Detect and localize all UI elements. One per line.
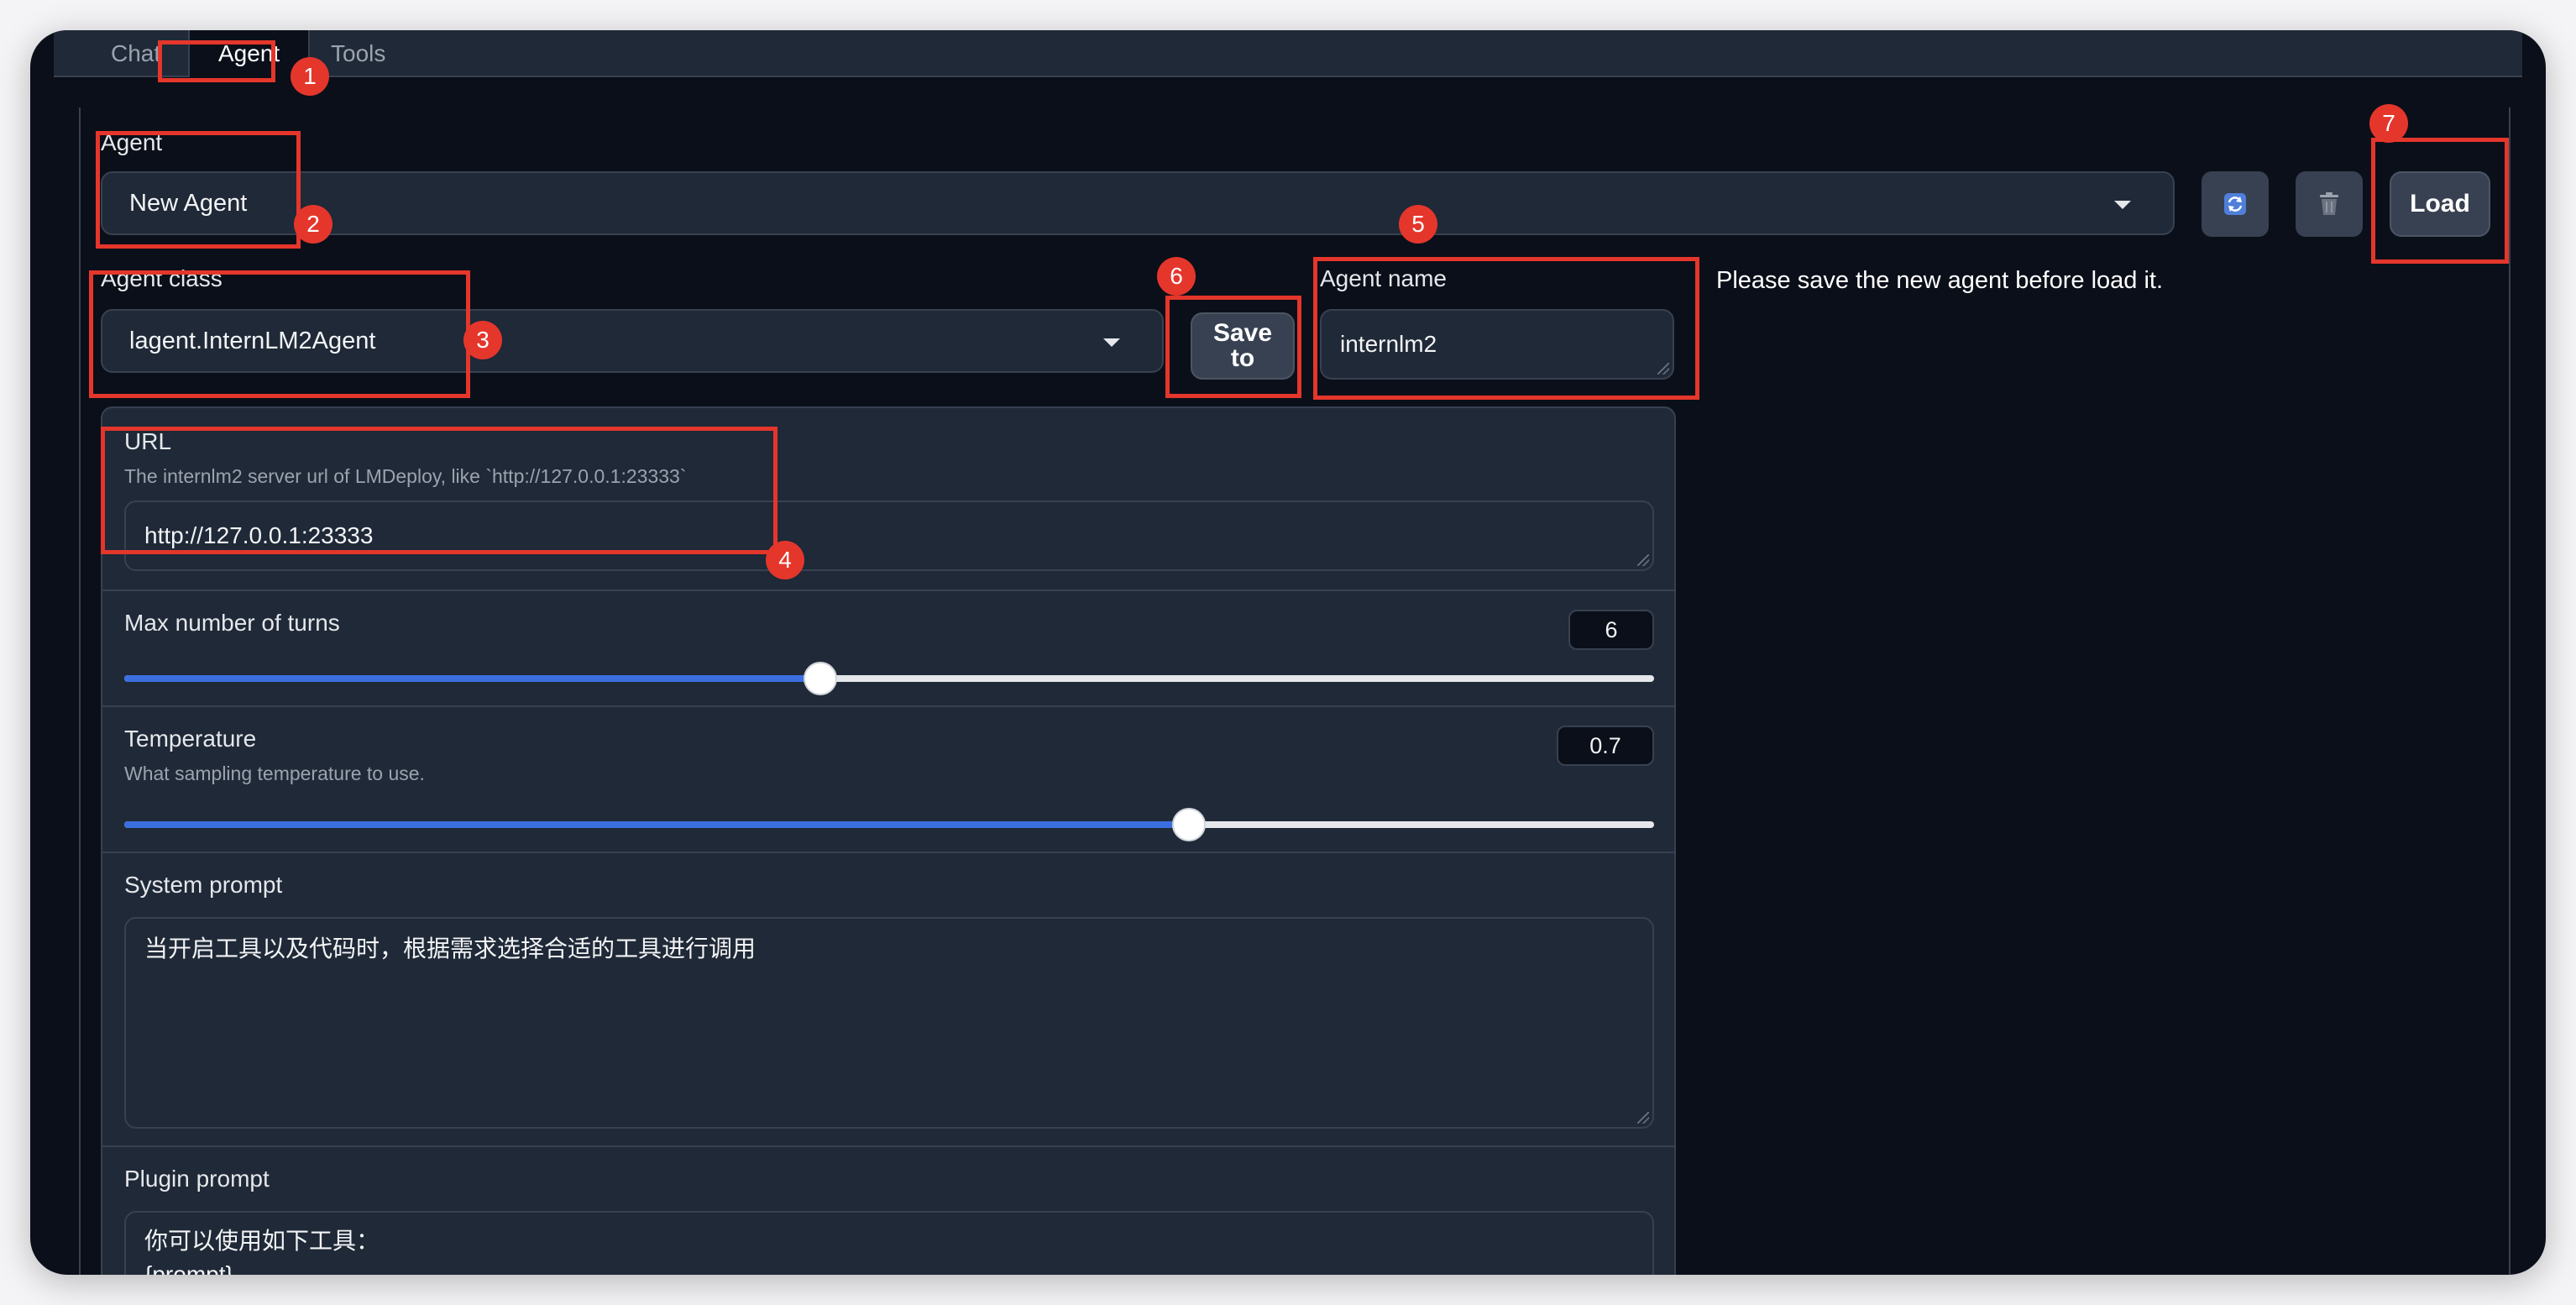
- temperature-block: Temperature What sampling temperature to…: [101, 705, 1676, 853]
- chevron-down-icon: [2114, 201, 2131, 209]
- save-to-label-line2: to: [1230, 344, 1255, 372]
- load-button[interactable]: Load: [2390, 171, 2490, 237]
- trash-icon: [2320, 192, 2338, 215]
- url-value: http://127.0.0.1:23333: [144, 522, 374, 548]
- agent-class-label: Agent class: [101, 265, 223, 291]
- agent-selected-value: New Agent: [129, 190, 248, 217]
- refresh-icon: [2224, 193, 2246, 215]
- max-turns-slider-thumb[interactable]: [804, 662, 837, 695]
- url-info: The internlm2 server url of LMDeploy, li…: [124, 465, 687, 487]
- max-turns-number[interactable]: 6: [1568, 610, 1654, 650]
- status-message: Please save the new agent before load it…: [1716, 267, 2164, 294]
- temperature-slider-thumb[interactable]: [1172, 808, 1207, 841]
- plugin-prompt-label: Plugin prompt: [124, 1166, 270, 1192]
- agent-class-selected-value: lagent.InternLM2Agent: [129, 328, 376, 354]
- max-turns-slider-fill: [124, 675, 820, 682]
- resize-grip-icon: [1637, 554, 1649, 566]
- save-to-button[interactable]: Save to: [1191, 312, 1295, 380]
- system-prompt-label: System prompt: [124, 872, 283, 898]
- annotation-marker-7: 7: [2369, 104, 2408, 143]
- url-input[interactable]: http://127.0.0.1:23333: [124, 501, 1654, 571]
- plugin-prompt-block: Plugin prompt 你可以使用如下工具： {prompt}: [101, 1145, 1676, 1275]
- chevron-down-icon: [1103, 338, 1120, 347]
- max-turns-label: Max number of turns: [124, 610, 340, 636]
- annotation-marker-2: 2: [294, 205, 332, 244]
- system-prompt-value: 当开启工具以及代码时，根据需求选择合适的工具进行调用: [144, 936, 757, 962]
- url-label: URL: [124, 428, 172, 454]
- temperature-slider[interactable]: [124, 808, 1654, 841]
- annotation-marker-3: 3: [463, 321, 502, 359]
- annotation-marker-4: 4: [766, 541, 804, 579]
- tab-chat[interactable]: Chat: [82, 30, 189, 77]
- annotation-marker-1: 1: [291, 57, 329, 96]
- tab-bar: Chat Agent Tools: [54, 30, 2522, 77]
- resize-grip-icon: [1657, 363, 1669, 375]
- annotation-marker-5: 5: [1399, 205, 1437, 244]
- temperature-slider-fill: [124, 821, 1190, 828]
- agent-class-dropdown[interactable]: lagent.InternLM2Agent: [101, 309, 1164, 373]
- plugin-prompt-value: 你可以使用如下工具： {prompt}: [144, 1228, 380, 1275]
- save-to-label-line1: Save: [1212, 319, 1273, 347]
- annotation-marker-6: 6: [1157, 257, 1196, 296]
- agent-dropdown[interactable]: New Agent: [101, 171, 2175, 235]
- resize-grip-icon: [1637, 1112, 1649, 1124]
- refresh-button[interactable]: [2202, 171, 2269, 237]
- temperature-label: Temperature: [124, 726, 257, 752]
- delete-button[interactable]: [2296, 171, 2363, 237]
- agent-name-label: Agent name: [1320, 265, 1447, 291]
- agent-name-value: internlm2: [1340, 331, 1437, 357]
- plugin-prompt-input[interactable]: 你可以使用如下工具： {prompt}: [124, 1211, 1654, 1275]
- agent-label: Agent: [101, 129, 163, 155]
- url-block: URL The internlm2 server url of LMDeploy…: [101, 406, 1676, 591]
- temperature-number[interactable]: 0.7: [1557, 726, 1654, 766]
- app-window: Chat Agent Tools Agent New Agent Load Ag…: [30, 30, 2546, 1275]
- system-prompt-block: System prompt 当开启工具以及代码时，根据需求选择合适的工具进行调用: [101, 852, 1676, 1147]
- max-turns-slider[interactable]: [124, 662, 1654, 695]
- temperature-info: What sampling temperature to use.: [124, 763, 425, 784]
- system-prompt-input[interactable]: 当开启工具以及代码时，根据需求选择合适的工具进行调用: [124, 917, 1654, 1129]
- agent-name-input[interactable]: internlm2: [1320, 309, 1674, 380]
- max-turns-block: Max number of turns 6: [101, 590, 1676, 707]
